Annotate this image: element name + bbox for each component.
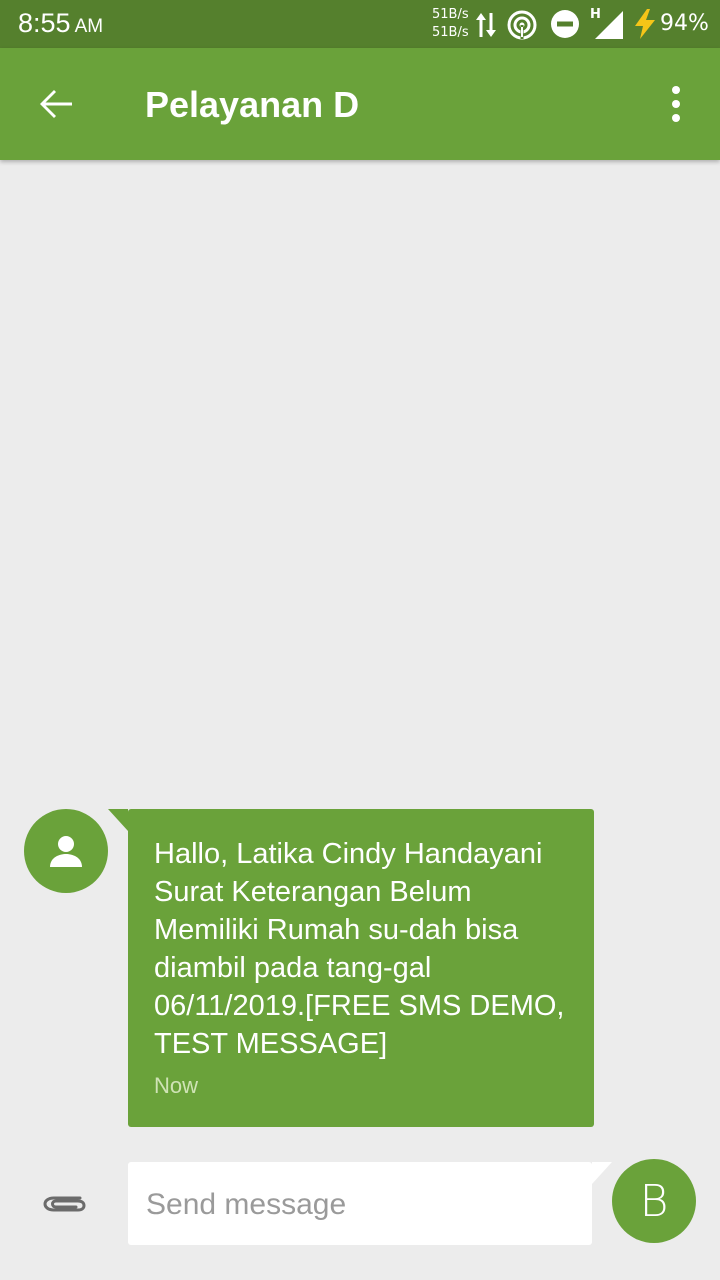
network-speed-up: 51B/s — [432, 7, 469, 22]
message-input-tail — [592, 1162, 612, 1184]
battery-percent: 94% — [660, 11, 709, 36]
arrow-back-icon — [40, 90, 72, 118]
message-input[interactable] — [144, 1162, 578, 1247]
message-bubble[interactable]: Hallo, Latika Cindy Handayani Surat Kete… — [128, 809, 594, 1127]
paperclip-icon — [43, 1196, 86, 1212]
person-icon — [50, 836, 82, 867]
sender-avatar[interactable] — [24, 809, 108, 893]
send-button-label: B — [639, 1175, 669, 1227]
send-button[interactable]: B — [612, 1159, 696, 1243]
attach-button[interactable] — [40, 1184, 88, 1224]
message-text: Hallo, Latika Cindy Handayani Surat Kete… — [154, 838, 565, 1060]
back-button[interactable] — [36, 84, 76, 124]
charging-icon — [635, 9, 655, 39]
conversation-title: Pelayanan D — [145, 84, 360, 125]
message-bubble-tail — [108, 809, 128, 831]
status-bar: 8:55 AM 51B/s 51B/s H 94% — [0, 0, 720, 48]
status-time: 8:55 AM — [18, 8, 103, 39]
status-time-ampm: AM — [74, 16, 104, 37]
more-vert-icon — [672, 86, 680, 122]
message-timestamp: Now — [154, 1073, 199, 1098]
message-input-container — [128, 1162, 592, 1247]
network-speed-down: 51B/s — [432, 25, 469, 40]
signal-icon — [595, 11, 623, 39]
more-options-button[interactable] — [658, 84, 694, 124]
data-transfer-icon — [476, 13, 496, 37]
hotspot-icon — [507, 10, 537, 40]
network-speed: 51B/s 51B/s — [432, 6, 469, 42]
app-bar: Pelayanan D — [0, 48, 720, 160]
do-not-disturb-icon — [551, 10, 579, 38]
status-time-value: 8:55 — [18, 8, 71, 38]
